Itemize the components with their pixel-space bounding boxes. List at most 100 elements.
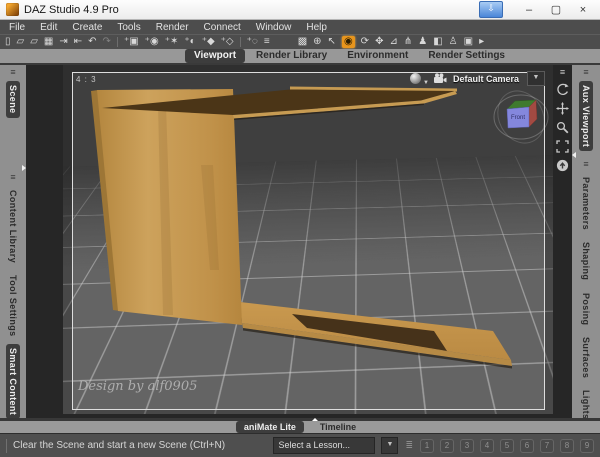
joint-editor-tool-icon[interactable]: ⋔	[404, 36, 412, 48]
scene-list-icon[interactable]: ≡	[264, 36, 270, 48]
tab-animate-lite[interactable]: aniMate Lite	[236, 421, 304, 433]
left-dock-menu-icon[interactable]: ≡	[10, 172, 15, 182]
close-button[interactable]: ×	[572, 1, 594, 19]
left-dock: ≡ Scene ≡ Content Library Tool Settings …	[0, 65, 26, 418]
new-file-icon[interactable]: ▯	[5, 36, 11, 48]
rotate-tool-icon[interactable]: ◉	[342, 36, 355, 48]
update-download-button[interactable]: ⇩	[479, 1, 503, 18]
redo-icon[interactable]: ↷	[103, 36, 111, 48]
create-point-light-icon[interactable]: ⁺✶	[165, 36, 179, 48]
menu-edit[interactable]: Edit	[40, 22, 57, 33]
lesson-number-button[interactable]: 4	[480, 439, 494, 453]
scale-tool-icon[interactable]: ⊿	[389, 36, 397, 48]
create-group-icon[interactable]: ⁺◌	[247, 36, 258, 48]
sidebar-item-lights[interactable]: Lights	[579, 386, 593, 418]
wooden-table-model[interactable]	[63, 65, 553, 414]
toolbar-separator	[117, 37, 118, 47]
lesson-number-button[interactable]: 2	[440, 439, 454, 453]
lesson-number-button[interactable]: 9	[580, 439, 594, 453]
bottom-tab-bar: aniMate Lite Timeline	[0, 418, 600, 433]
sidebar-item-aux-viewport[interactable]: Aux Viewport	[579, 81, 593, 151]
lesson-selector-dropdown[interactable]: ▼	[381, 437, 398, 454]
lesson-number-button[interactable]: 7	[540, 439, 554, 453]
window-title: DAZ Studio 4.9 Pro	[24, 4, 474, 16]
sidebar-item-surfaces[interactable]: Surfaces	[579, 333, 593, 382]
create-distant-light-icon[interactable]: ⁺◐	[184, 36, 195, 48]
active-camera-label: Default Camera	[453, 74, 519, 84]
render-camera-icon[interactable]: ▣	[464, 36, 473, 48]
status-divider	[6, 439, 7, 453]
menu-bar: File Edit Create Tools Render Connect Wi…	[0, 20, 600, 34]
sidebar-item-posing[interactable]: Posing	[579, 289, 593, 329]
view-cube-front-label: Front	[511, 115, 525, 121]
toolbar-separator	[240, 37, 241, 47]
sidebar-item-parameters[interactable]: Parameters	[579, 173, 593, 234]
create-spotlight-icon[interactable]: ⁺◉	[145, 36, 159, 48]
tab-viewport[interactable]: Viewport	[185, 49, 245, 63]
lesson-number-button[interactable]: 3	[460, 439, 474, 453]
minimize-button[interactable]: –	[518, 1, 540, 19]
menu-tools[interactable]: Tools	[117, 22, 140, 33]
draw-style-caret-icon[interactable]: ▼	[423, 80, 429, 86]
create-primitive-icon[interactable]: ⁺◆	[202, 36, 215, 48]
menu-render[interactable]: Render	[156, 22, 189, 33]
lesson-number-button[interactable]: 6	[520, 439, 534, 453]
status-message: Clear the Scene and start a new Scene (C…	[13, 440, 267, 451]
tab-render-library[interactable]: Render Library	[247, 49, 336, 63]
lesson-selector[interactable]: Select a Lesson...	[273, 437, 375, 454]
sidebar-item-scene[interactable]: Scene	[6, 81, 20, 118]
status-bar: Clear the Scene and start a new Scene (C…	[0, 433, 600, 457]
draw-style-icon[interactable]	[410, 73, 421, 84]
lesson-number-button[interactable]: 5	[500, 439, 514, 453]
frame-camera-icon[interactable]	[556, 140, 569, 153]
people-tool-icon[interactable]: ♙	[449, 36, 458, 48]
left-dock-menu-icon[interactable]: ≡	[10, 67, 15, 77]
menu-window[interactable]: Window	[256, 22, 292, 33]
node-grid-icon[interactable]: ▩	[298, 36, 307, 48]
menu-file[interactable]: File	[9, 22, 25, 33]
orbit-camera-icon[interactable]	[556, 83, 569, 96]
merge-file-icon[interactable]: ▱	[30, 36, 38, 48]
pane-tab-bar: Viewport Render Library Environment Rend…	[0, 49, 600, 65]
surface-selection-tool-icon[interactable]: ◧	[433, 36, 442, 48]
scene-navigator-icon[interactable]: ⊕	[313, 36, 321, 48]
sidebar-item-shaping[interactable]: Shaping	[579, 238, 593, 284]
menu-help[interactable]: Help	[306, 22, 327, 33]
active-pose-tool-icon[interactable]: ⟳	[361, 36, 369, 48]
viewport-pane-menu-icon[interactable]: ≡	[560, 67, 565, 77]
pan-camera-icon[interactable]	[556, 102, 569, 115]
camera-selector-dropdown[interactable]: ▼	[527, 71, 545, 86]
menu-connect[interactable]: Connect	[204, 22, 241, 33]
lesson-number-button[interactable]: 1	[420, 439, 434, 453]
sidebar-item-tool-settings[interactable]: Tool Settings	[6, 271, 20, 341]
zoom-camera-icon[interactable]	[556, 121, 569, 134]
figure-setup-tool-icon[interactable]: ♟	[418, 36, 427, 48]
lesson-number-button[interactable]: 8	[560, 439, 574, 453]
sidebar-item-content-library[interactable]: Content Library	[6, 186, 20, 267]
view-cube-gizmo[interactable]: Front	[491, 87, 551, 147]
viewport-canvas[interactable]: 4 : 3 ▼ Default Camera ▼	[63, 65, 553, 414]
expand-handle-icon[interactable]	[312, 418, 318, 421]
translate-tool-icon[interactable]: ✥	[375, 36, 383, 48]
import-icon[interactable]: ⇥	[59, 36, 67, 48]
dock-handle-icon[interactable]	[572, 152, 576, 158]
aspect-ratio-label: 4 : 3	[76, 75, 97, 84]
tab-environment[interactable]: Environment	[338, 49, 417, 63]
tab-timeline[interactable]: Timeline	[312, 421, 364, 433]
reset-camera-icon[interactable]	[556, 159, 569, 172]
right-dock-menu-icon[interactable]: ≡	[583, 67, 588, 77]
lesson-list-icon[interactable]: ≣	[405, 440, 413, 451]
undo-icon[interactable]: ↶	[88, 36, 96, 48]
sidebar-item-smart-content[interactable]: Smart Content	[6, 344, 20, 418]
create-null-icon[interactable]: ⁺◇	[221, 36, 234, 48]
tab-render-settings[interactable]: Render Settings	[419, 49, 514, 63]
maximize-button[interactable]: ▢	[545, 1, 567, 19]
right-dock-menu-icon[interactable]: ≡	[583, 159, 588, 169]
export-icon[interactable]: ⇤	[74, 36, 82, 48]
open-file-icon[interactable]: ▱	[17, 36, 25, 48]
node-selection-tool-icon[interactable]: ↖	[328, 36, 336, 48]
save-icon[interactable]: ▦	[44, 36, 53, 48]
toolbar-overflow-icon[interactable]: ▸	[479, 36, 484, 48]
create-camera-icon[interactable]: ⁺▣	[124, 36, 139, 48]
menu-create[interactable]: Create	[72, 22, 102, 33]
